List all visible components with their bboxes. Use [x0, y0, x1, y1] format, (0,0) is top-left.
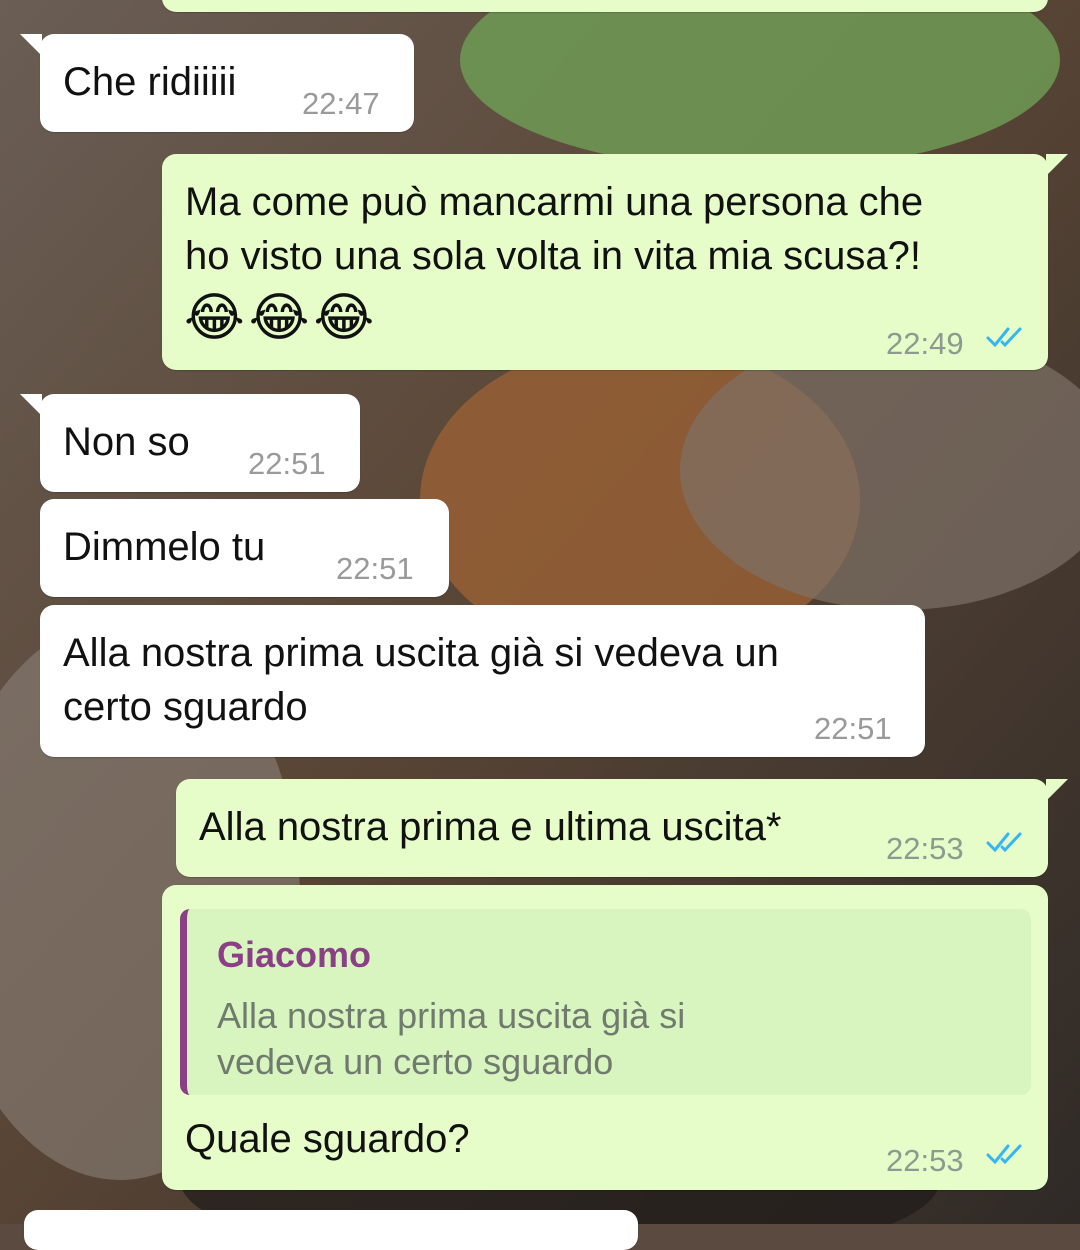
message-text: Dimmelo tu [63, 525, 266, 569]
quoted-author: Giacomo [217, 934, 372, 975]
message-text-line-2: ho visto una sola volta in vita mia scus… [185, 234, 921, 278]
message-text: Quale sguardo? [185, 1117, 470, 1161]
message-bubble-outgoing[interactable]: Alla nostra prima e ultima uscita* 22:53 [176, 779, 1068, 877]
message-bubble-incoming[interactable]: Non so 22:51 [20, 394, 360, 492]
message-time: 22:49 [886, 326, 964, 361]
message-bubble-incoming[interactable]: Dimmelo tu 22:51 [40, 499, 449, 597]
laughing-tears-emoji-icon: 😂 [313, 289, 375, 347]
message-time: 22:51 [248, 446, 326, 481]
quoted-text-line-2: vedeva un certo sguardo [217, 1041, 614, 1082]
quoted-message[interactable]: Giacomo Alla nostra prima uscita già si … [180, 909, 1031, 1095]
message-time: 22:51 [814, 711, 892, 746]
laughing-tears-emoji-icon: 😂 [248, 289, 310, 347]
message-time: 22:47 [302, 86, 380, 121]
message-bubble-outgoing-reply[interactable]: Giacomo Alla nostra prima uscita già si … [162, 885, 1048, 1190]
message-time: 22:53 [886, 831, 964, 866]
message-time: 22:51 [336, 551, 414, 586]
message-bubble-partial[interactable] [162, 0, 1048, 12]
emoji-row: 😂 😂 😂 [184, 286, 374, 350]
message-bubble-partial[interactable] [24, 1210, 638, 1250]
message-text: Che ridiiiii [63, 60, 237, 104]
message-bubble-incoming[interactable]: Alla nostra prima uscita già si vedeva u… [40, 605, 925, 757]
message-text-line-2: certo sguardo [63, 685, 308, 729]
laughing-tears-emoji-icon: 😂 [184, 289, 245, 347]
message-bubble-outgoing[interactable]: Ma come può mancarmi una persona che ho … [162, 154, 1068, 370]
message-text-line-1: Ma come può mancarmi una persona che [185, 180, 924, 224]
message-text: Non so [63, 420, 190, 464]
message-time: 22:53 [886, 1143, 964, 1178]
quoted-text-line-1: Alla nostra prima uscita già si [217, 995, 686, 1036]
double-check-icon [986, 1144, 1022, 1165]
message-text: Alla nostra prima e ultima uscita* [199, 805, 782, 849]
double-check-icon [986, 832, 1022, 853]
message-text-line-1: Alla nostra prima uscita già si vedeva u… [63, 631, 779, 675]
double-check-icon [986, 327, 1022, 348]
message-bubble-incoming[interactable]: Che ridiiiii 22:47 [20, 34, 414, 132]
